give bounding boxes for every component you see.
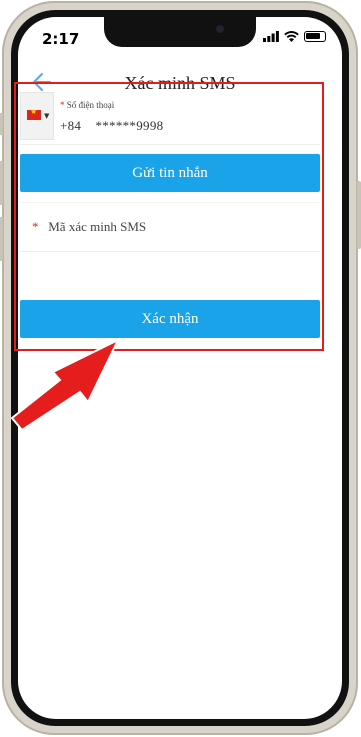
sms-code-label: * Mã xác minh SMS — [32, 219, 146, 235]
phone-value: +84 ******9998 — [60, 118, 163, 134]
vietnam-flag-icon — [27, 107, 41, 120]
confirm-label: Xác nhận — [141, 310, 199, 327]
required-mark: * — [60, 100, 65, 110]
phone-label-text: Số điện thoại — [66, 100, 115, 110]
send-sms-button[interactable]: Gửi tin nhắn — [20, 154, 320, 192]
status-time: 2:17 — [42, 30, 80, 48]
chevron-down-icon: ▼ — [44, 112, 50, 120]
phone-prefix: +84 — [60, 118, 82, 133]
camera-icon — [216, 25, 224, 33]
signal-icon — [263, 31, 279, 42]
sms-code-input[interactable]: * Mã xác minh SMS — [20, 202, 320, 252]
status-bar: 2:17 — [18, 17, 342, 61]
power-button — [357, 181, 361, 249]
required-mark: * — [32, 219, 39, 234]
send-sms-label: Gửi tin nhắn — [132, 164, 208, 181]
sms-code-label-text: Mã xác minh SMS — [48, 219, 147, 234]
volume-down-button — [0, 217, 3, 261]
wifi-icon — [284, 31, 299, 42]
red-pointer-arrow-icon — [10, 337, 121, 430]
country-code-selector[interactable]: ▼ — [20, 92, 54, 140]
phone-number-field[interactable]: ▼ * Số điện thoại +84 ******9998 — [20, 90, 320, 145]
phone-masked: ******9998 — [95, 118, 164, 133]
mute-switch — [0, 113, 3, 135]
volume-up-button — [0, 161, 3, 205]
status-icons — [263, 31, 326, 42]
phone-label: * Số điện thoại — [60, 100, 114, 110]
battery-icon — [304, 31, 326, 42]
notch — [104, 17, 256, 47]
